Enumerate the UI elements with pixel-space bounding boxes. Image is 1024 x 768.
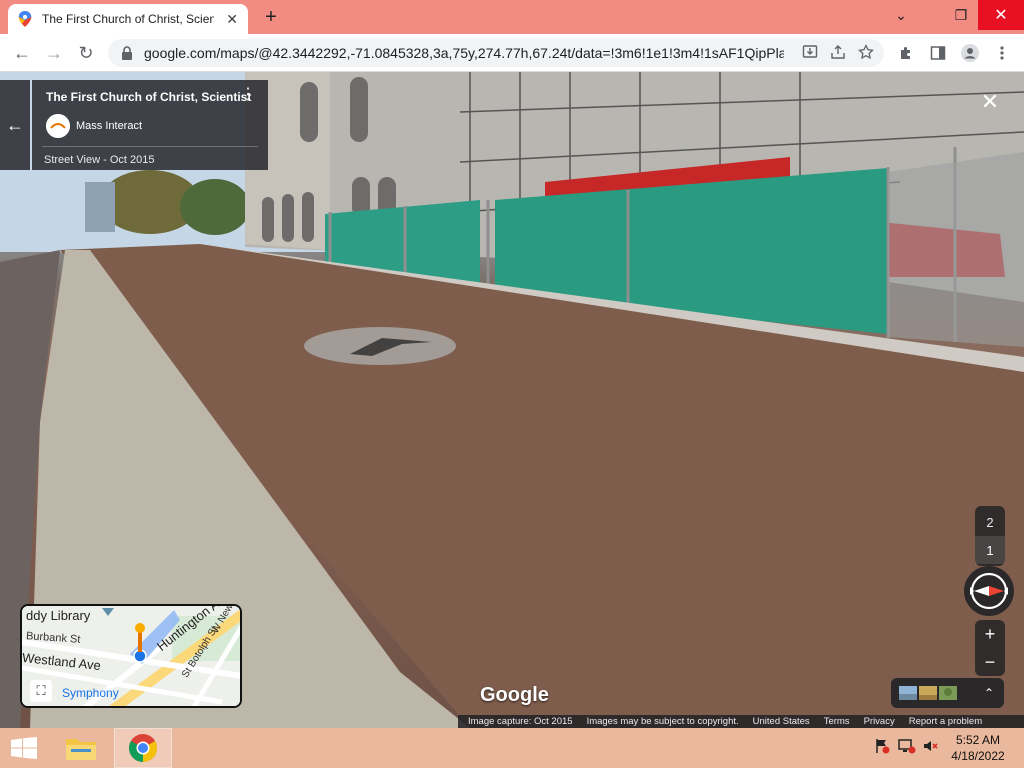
volume-muted-icon: [924, 741, 938, 751]
back-to-map-button[interactable]: ←: [0, 80, 30, 170]
action-center-icon[interactable]: [874, 738, 890, 757]
clock-date: 4/18/2022: [951, 749, 1005, 763]
expand-map-button[interactable]: ⛶: [30, 680, 52, 702]
clock-time: 5:52 AM: [955, 733, 1001, 747]
place-info-card: The First Church of Christ, Scientist ⋮ …: [32, 80, 268, 170]
volume-icon[interactable]: [922, 738, 938, 757]
window-close-button[interactable]: ✕: [978, 0, 1024, 30]
photo-strip[interactable]: ⌃: [891, 678, 1004, 708]
distant-building: [85, 182, 115, 232]
network-icon[interactable]: [898, 738, 916, 757]
privacy-link[interactable]: Privacy: [864, 716, 895, 727]
close-icon: ✕: [980, 89, 1000, 114]
zoom-in-button[interactable]: +: [975, 620, 1005, 648]
floor-1-button[interactable]: 1: [975, 536, 1005, 564]
chevron-up-icon[interactable]: ⌃: [984, 686, 994, 700]
arrow-right-icon: →: [45, 42, 63, 63]
zoom-out-button[interactable]: −: [975, 648, 1005, 676]
tab-title: The First Church of Christ, Scientist: [42, 12, 214, 26]
copyright-notice: Images may be subject to copyright.: [586, 716, 739, 727]
browser-toolbar: ← → ↻ google.com/maps/@42.3442292,-71.08…: [0, 34, 1024, 72]
folder-icon: [66, 739, 96, 760]
compass-control[interactable]: [964, 566, 1014, 616]
region-link[interactable]: United States: [753, 716, 810, 727]
install-app-icon[interactable]: [802, 44, 818, 60]
chrome-icon: [129, 734, 157, 762]
back-button[interactable]: ←: [10, 41, 34, 65]
reload-icon: ↻: [78, 42, 94, 63]
lock-icon: [122, 46, 132, 60]
floor-2-button[interactable]: 2: [975, 508, 1005, 536]
divider: [42, 146, 258, 147]
chrome-taskbar-button[interactable]: [114, 728, 172, 768]
window-minimize-button[interactable]: ⌄: [886, 0, 916, 30]
start-button[interactable]: [0, 728, 48, 768]
more-options-icon[interactable]: ⋮: [240, 87, 256, 103]
windows-taskbar: 5:52 AM 4/18/2022: [0, 728, 1024, 768]
report-problem-link[interactable]: Report a problem: [909, 716, 982, 727]
side-panel-button[interactable]: [928, 43, 948, 63]
compass-icon: [970, 572, 1008, 610]
chain-link-fence: [888, 152, 1024, 347]
restore-icon: ❐: [954, 6, 968, 23]
google-logo: Google: [480, 684, 549, 706]
puzzle-icon: [901, 47, 910, 59]
close-street-view-button[interactable]: ✕: [978, 89, 1002, 114]
profile-button[interactable]: [960, 43, 980, 63]
photo-thumbnail[interactable]: [939, 686, 957, 700]
chevron-down-icon: ⌄: [895, 6, 907, 23]
bookmark-star-icon[interactable]: [858, 44, 874, 60]
extensions-button[interactable]: [896, 43, 916, 63]
windows-logo-icon: [11, 737, 37, 759]
expand-icon: ⛶: [36, 683, 46, 698]
arrow-left-icon: ←: [6, 114, 24, 135]
window-restore-button[interactable]: ❐: [946, 0, 976, 30]
street-view-panorama[interactable]: ← The First Church of Christ, Scientist …: [0, 72, 1024, 728]
image-capture-date: Image capture: Oct 2015: [468, 716, 573, 727]
map-label-library: ddy Library: [26, 608, 91, 623]
photo-thumbnail[interactable]: [919, 686, 937, 700]
browser-tab[interactable]: The First Church of Christ, Scientist ✕: [8, 4, 248, 34]
zoom-control: + −: [975, 620, 1005, 676]
author-avatar: [46, 114, 70, 138]
flag-icon: [876, 739, 890, 754]
place-title[interactable]: The First Church of Christ, Scientist: [46, 90, 251, 104]
more-vertical-icon: [1000, 46, 1004, 60]
author-name[interactable]: Mass Interact: [76, 120, 142, 132]
attribution-bar: Image capture: Oct 2015 Images may be su…: [458, 715, 1024, 728]
file-explorer-button[interactable]: [52, 728, 110, 768]
url-text: google.com/maps/@42.3442292,-71.0845328,…: [144, 45, 784, 61]
map-label-symphony[interactable]: Symphony: [62, 686, 119, 700]
trees-right: [180, 179, 250, 235]
system-clock[interactable]: 5:52 AM 4/18/2022: [940, 732, 1016, 764]
capture-date: Street View - Oct 2015: [44, 154, 155, 166]
minimap[interactable]: ddy Library Burbank St Westland Ave Hunt…: [20, 604, 242, 708]
photo-thumbnail[interactable]: [899, 686, 917, 700]
tab-close-icon[interactable]: ✕: [226, 11, 238, 28]
browser-menu-button[interactable]: [992, 43, 1012, 63]
reload-button[interactable]: ↻: [74, 41, 98, 65]
network-status-icon: [898, 739, 916, 754]
omnibox-actions: [802, 44, 874, 60]
arrow-left-icon: ←: [13, 42, 31, 63]
address-bar[interactable]: google.com/maps/@42.3442292,-71.0845328,…: [108, 39, 884, 67]
terms-link[interactable]: Terms: [824, 716, 850, 727]
share-icon[interactable]: [830, 44, 846, 60]
close-icon: ✕: [994, 7, 1008, 24]
forward-button[interactable]: →: [42, 41, 66, 65]
floor-selector: 2 1: [975, 506, 1005, 566]
google-maps-icon: [18, 11, 32, 27]
new-tab-button[interactable]: +: [258, 4, 284, 30]
browser-tab-bar: The First Church of Christ, Scientist ✕ …: [0, 0, 1024, 34]
side-panel-icon: [930, 46, 946, 60]
avatar-icon: [961, 44, 979, 62]
